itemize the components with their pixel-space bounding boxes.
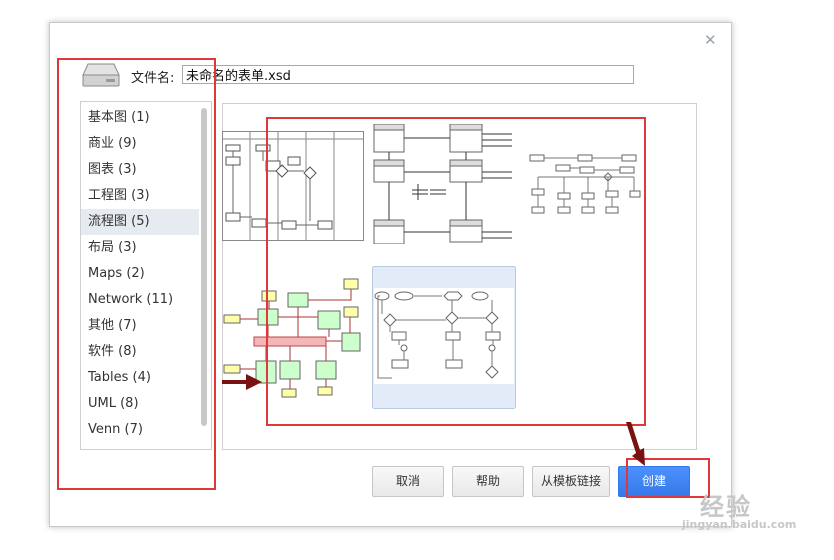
category-item-maps[interactable]: Maps (2) <box>81 261 199 287</box>
category-item-basic[interactable]: 基本图 (1) <box>81 105 199 131</box>
annotation-arrow-right-icon <box>222 374 262 390</box>
category-item-charts[interactable]: 图表 (3) <box>81 157 199 183</box>
category-list[interactable]: 基本图 (1) 商业 (9) 图表 (3) 工程图 (3) 流程图 (5) 布局… <box>80 101 212 450</box>
cancel-button[interactable]: 取消 <box>372 466 444 497</box>
watermark-logo: 经验 <box>700 493 752 521</box>
create-button[interactable]: 创建 <box>618 466 690 497</box>
category-item-network[interactable]: Network (11) <box>81 287 199 313</box>
from-template-link-button[interactable]: 从模板链接 <box>532 466 610 497</box>
category-item-flowchart[interactable]: 流程图 (5) <box>81 209 199 235</box>
template-thumbnail-flowchart-selected[interactable] <box>372 266 516 409</box>
category-item-software[interactable]: 软件 (8) <box>81 339 199 365</box>
category-item-engineering[interactable]: 工程图 (3) <box>81 183 199 209</box>
annotation-arrow-down-icon <box>626 422 645 466</box>
category-item-uml[interactable]: UML (8) <box>81 391 199 417</box>
template-thumbnail-process[interactable] <box>372 124 517 244</box>
hard-disk-icon <box>82 63 120 87</box>
help-button[interactable]: 帮助 <box>452 466 524 497</box>
filename-input[interactable] <box>182 65 634 84</box>
category-item-layout[interactable]: 布局 (3) <box>81 235 199 261</box>
template-thumbnail-small-flow[interactable] <box>526 151 642 217</box>
category-item-tables[interactable]: Tables (4) <box>81 365 199 391</box>
template-thumbnail-swimlane[interactable] <box>222 131 364 241</box>
watermark-url: jingyan.baidu.com <box>682 518 797 531</box>
close-icon[interactable]: ✕ <box>704 33 717 48</box>
category-item-venn[interactable]: Venn (7) <box>81 417 199 443</box>
category-scrollbar[interactable] <box>201 108 207 426</box>
filename-label: 文件名: <box>131 71 175 86</box>
category-item-business[interactable]: 商业 (9) <box>81 131 199 157</box>
category-item-other[interactable]: 其他 (7) <box>81 313 199 339</box>
